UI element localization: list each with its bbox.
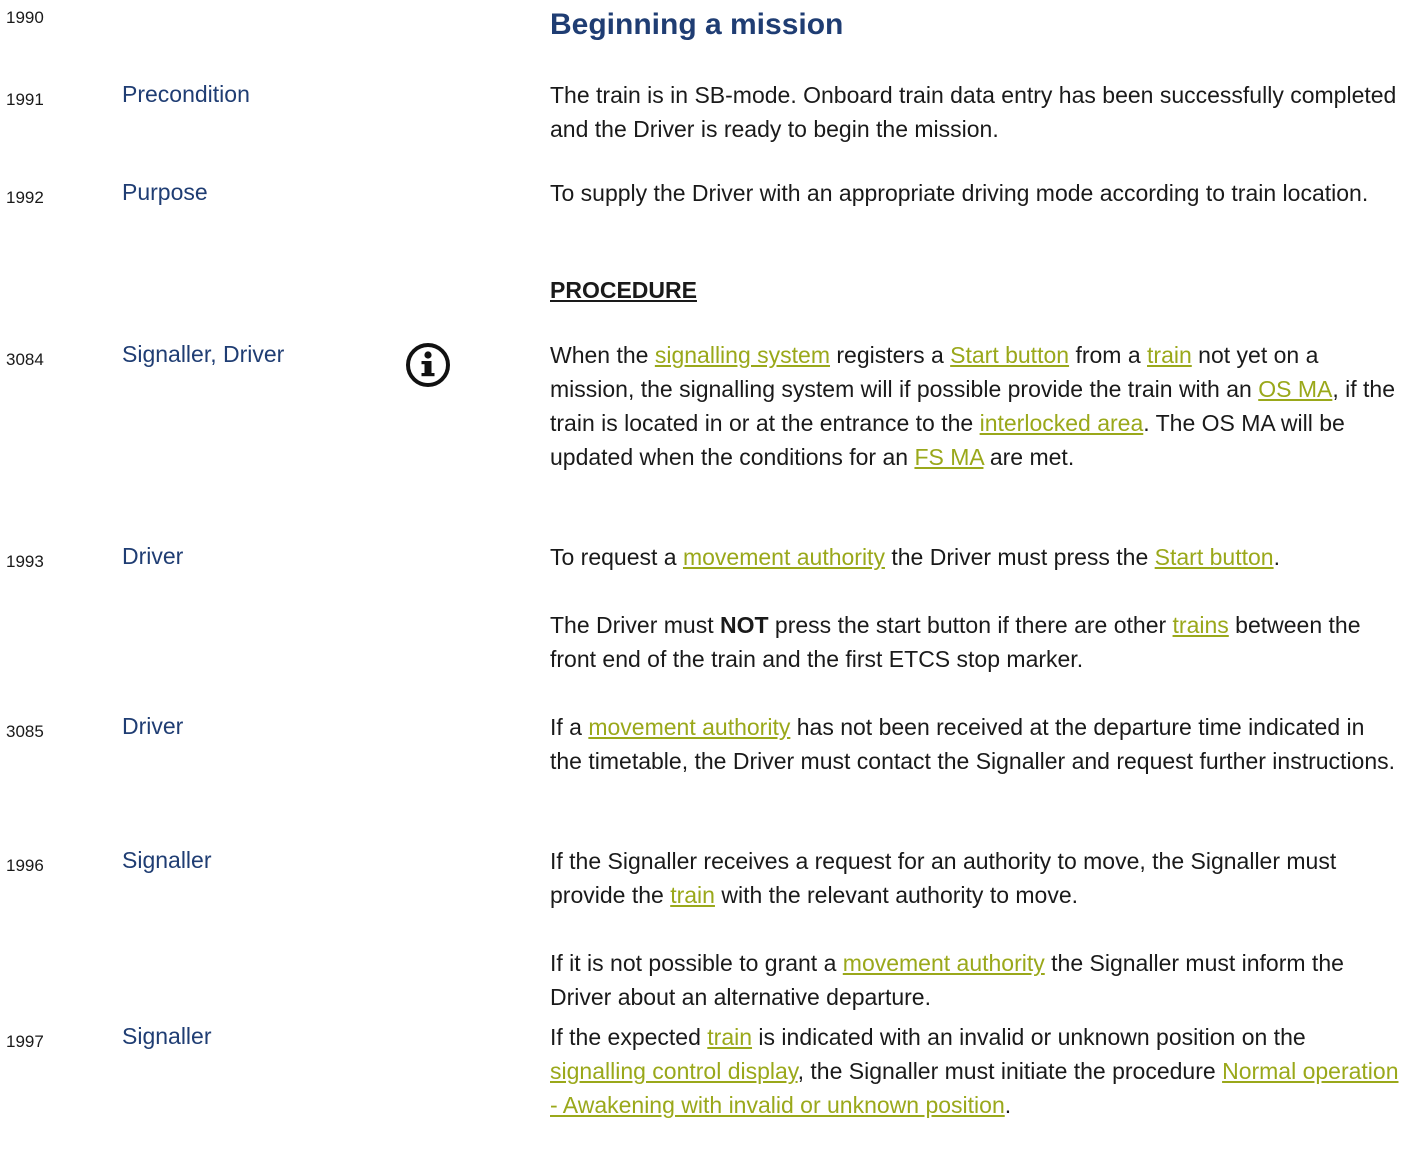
paragraph-text: When the signalling system registers a S… (550, 342, 1395, 470)
role-label: Signaller (122, 847, 212, 873)
paragraph-text: If the expected train is indicated with … (550, 1024, 1399, 1118)
role-label: Precondition (122, 81, 250, 107)
paragraph-number: 1990 (6, 8, 44, 27)
role-label: Purpose (122, 179, 208, 205)
paragraph-text: To supply the Driver with an appropriate… (550, 180, 1369, 206)
paragraph-number: 1992 (6, 188, 44, 207)
link-trains[interactable]: trains (1173, 612, 1229, 638)
link-signalling-control-display[interactable]: signalling control display (550, 1058, 798, 1084)
paragraph-number: 1993 (6, 552, 44, 571)
role-label: Signaller, Driver (122, 341, 285, 367)
link-train[interactable]: train (1147, 342, 1192, 368)
paragraph-text: The train is in SB-mode. Onboard train d… (550, 82, 1397, 142)
paragraph-number: 1996 (6, 856, 44, 875)
link-movement-authority[interactable]: movement authority (843, 950, 1045, 976)
link-train[interactable]: train (670, 882, 715, 908)
paragraph-text: If a movement authority has not been rec… (550, 714, 1396, 774)
link-train[interactable]: train (707, 1024, 752, 1050)
page-title: Beginning a mission (550, 8, 844, 41)
info-icon (405, 342, 451, 393)
link-signalling-system[interactable]: signalling system (655, 342, 830, 368)
link-movement-authority[interactable]: movement authority (683, 544, 885, 570)
link-movement-authority[interactable]: movement authority (588, 714, 790, 740)
paragraph-text: To request a movement authority the Driv… (550, 544, 1361, 672)
link-interlocked-area[interactable]: interlocked area (980, 410, 1144, 436)
link-start-button[interactable]: Start button (1155, 544, 1274, 570)
paragraph-text: If the Signaller receives a request for … (550, 848, 1344, 1010)
role-label: Driver (122, 713, 184, 739)
link-fs-ma[interactable]: FS MA (914, 444, 983, 470)
role-label: Driver (122, 543, 184, 569)
paragraph-number: 3085 (6, 722, 44, 741)
paragraph-number: 1997 (6, 1032, 44, 1051)
paragraph-number: 3084 (6, 350, 44, 369)
procedure-heading: PROCEDURE (550, 277, 697, 303)
link-os-ma[interactable]: OS MA (1258, 376, 1332, 402)
link-start-button[interactable]: Start button (950, 342, 1069, 368)
role-label: Signaller (122, 1023, 212, 1049)
paragraph-number: 1991 (6, 90, 44, 109)
